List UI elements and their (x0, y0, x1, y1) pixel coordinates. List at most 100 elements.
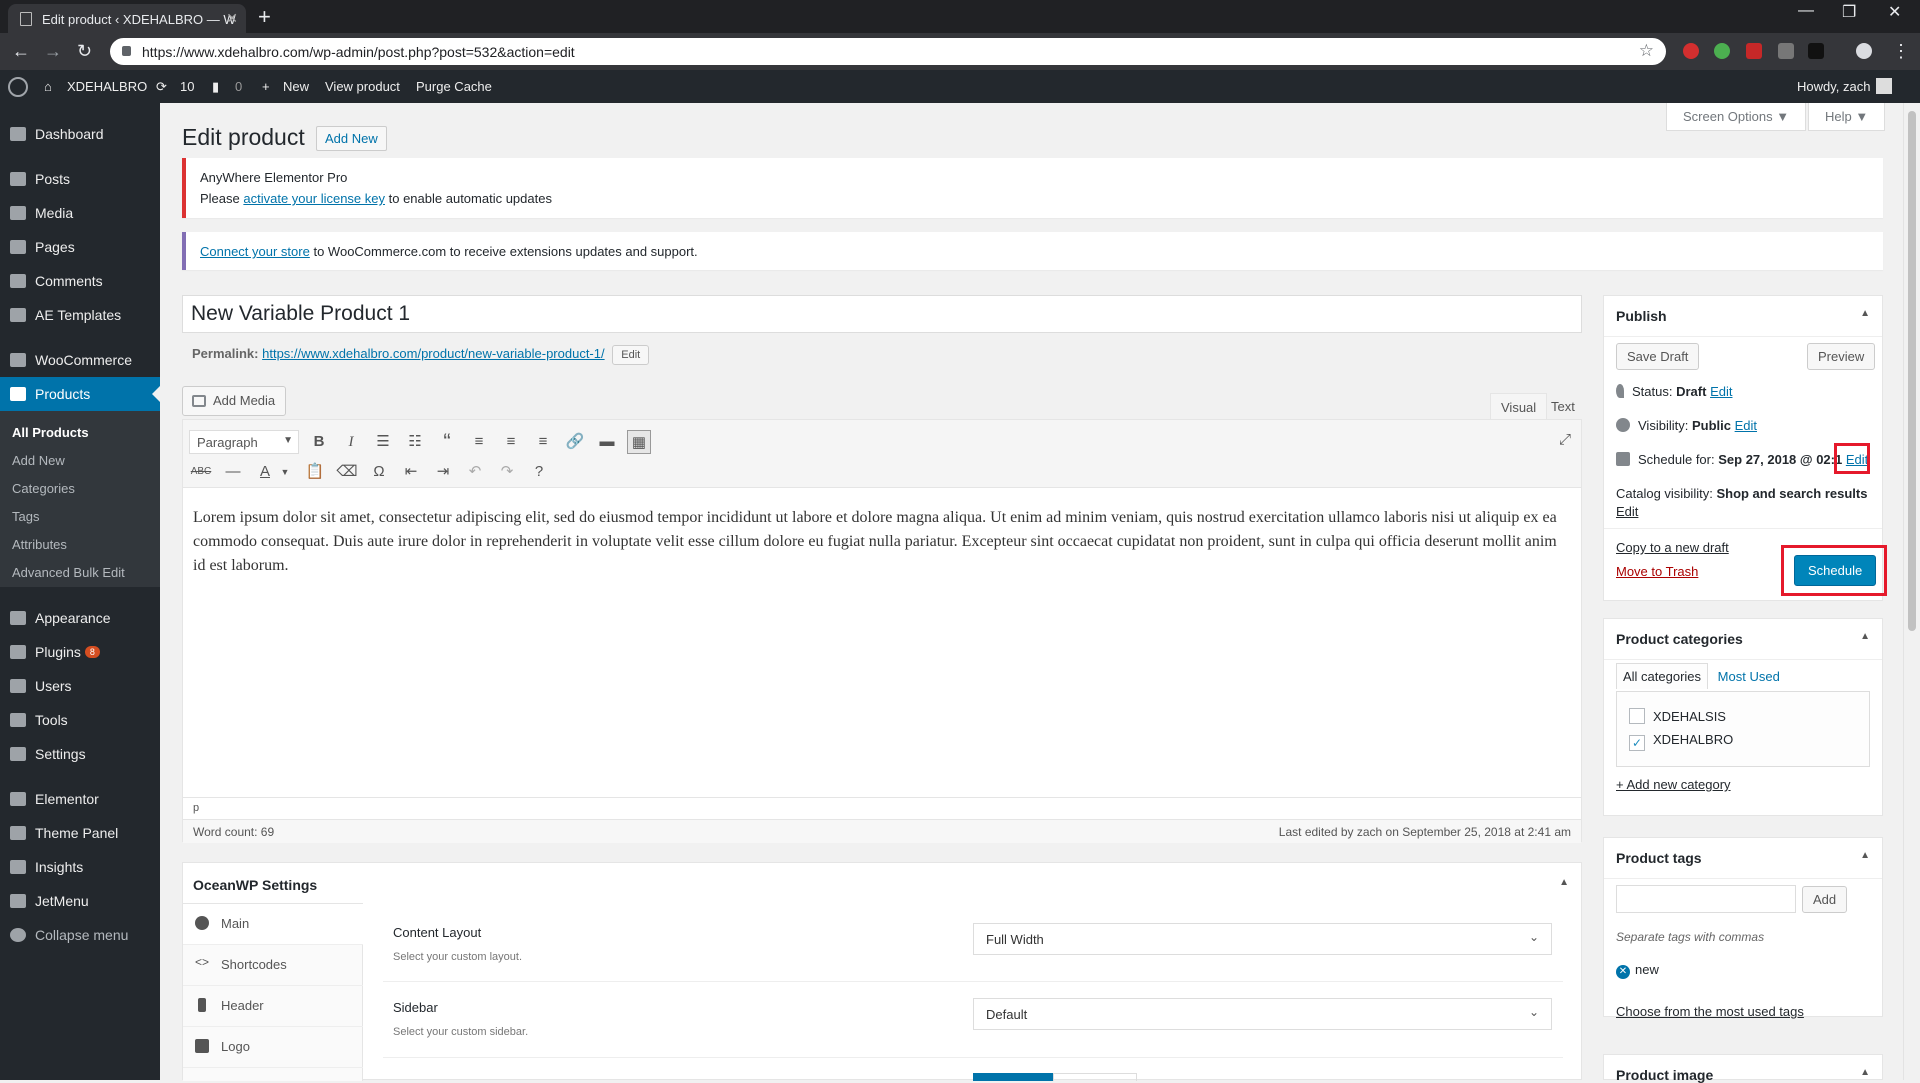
menu-dots-icon[interactable]: ⋮ (1892, 41, 1910, 62)
horizontal-line-icon[interactable]: — (221, 460, 245, 484)
tab-shortcodes[interactable]: <> Shortcodes (183, 945, 363, 986)
help-button[interactable]: Help ▼ (1808, 103, 1886, 131)
add-category-link[interactable]: + Add new category (1616, 777, 1731, 792)
collapse-toggle-icon[interactable]: ▲ (1860, 1067, 1870, 1078)
profile-avatar[interactable] (1856, 43, 1872, 59)
submenu-all-products[interactable]: All Products (12, 425, 89, 440)
bold-icon[interactable]: B (307, 430, 331, 454)
special-character-icon[interactable]: Ω (367, 460, 391, 484)
sidebar-select[interactable]: Default ⌄ (973, 998, 1552, 1030)
collapse-toggle-icon[interactable]: ▲ (1860, 308, 1870, 319)
sidebar-item-users[interactable]: Users (0, 669, 160, 703)
bookmark-star-icon[interactable]: ☆ (1639, 41, 1654, 61)
screen-options-button[interactable]: Screen Options ▼ (1666, 103, 1807, 131)
paste-text-icon[interactable]: 📋 (303, 460, 327, 484)
align-center-icon[interactable]: ≡ (499, 430, 523, 454)
howdy-user[interactable]: Howdy, zach (1797, 79, 1870, 94)
undo-icon[interactable]: ↶ (463, 460, 487, 484)
bullet-list-icon[interactable]: ☰ (371, 430, 395, 454)
sidebar-item-pages[interactable]: Pages (0, 230, 160, 264)
tab-most-used[interactable]: Most Used (1712, 664, 1786, 689)
tab-visual[interactable]: Visual (1490, 393, 1548, 419)
editor-content[interactable]: Lorem ipsum dolor sit amet, consectetur … (193, 506, 1568, 578)
extension-icon[interactable] (1746, 43, 1762, 59)
sidebar-item-dashboard[interactable]: Dashboard (0, 117, 160, 151)
new-link[interactable]: New (283, 79, 309, 94)
product-title-input[interactable]: New Variable Product 1 (182, 295, 1582, 333)
view-product-link[interactable]: View product (325, 79, 400, 94)
extension-icon[interactable] (1714, 43, 1730, 59)
tab-close-icon[interactable]: ✕ (226, 10, 238, 27)
submenu-tags[interactable]: Tags (12, 509, 39, 524)
sidebar-item-posts[interactable]: Posts (0, 162, 160, 196)
collapse-toggle-icon[interactable]: ▲ (1860, 850, 1870, 861)
plus-icon[interactable]: + (262, 79, 270, 94)
chevron-down-icon[interactable]: ▼ (273, 460, 297, 484)
extension-icon[interactable] (1683, 43, 1699, 59)
browser-tab[interactable]: Edit product ‹ XDEHALBRO — W ✕ (8, 4, 246, 33)
strikethrough-icon[interactable]: ABC (189, 460, 213, 484)
visibility-edit-link[interactable]: Edit (1735, 418, 1757, 433)
tab-logo[interactable]: Logo (183, 1027, 363, 1068)
purge-cache-link[interactable]: Purge Cache (416, 79, 492, 94)
extension-icon[interactable] (1808, 43, 1824, 59)
tab-header[interactable]: Header (183, 986, 363, 1027)
save-draft-button[interactable]: Save Draft (1616, 343, 1700, 370)
catalog-edit-link[interactable]: Edit (1616, 504, 1638, 519)
fullscreen-icon[interactable]: ⤢ (1553, 428, 1577, 452)
outdent-icon[interactable]: ⇤ (399, 460, 423, 484)
sidebar-item-settings[interactable]: Settings (0, 737, 160, 771)
home-icon[interactable]: ⌂ (44, 79, 52, 94)
wordpress-logo-icon[interactable] (8, 77, 28, 97)
move-trash-link[interactable]: Move to Trash (1616, 564, 1698, 579)
submenu-add-new[interactable]: Add New (12, 453, 65, 468)
toolbar-toggle-icon[interactable]: ▦ (627, 430, 651, 454)
category-checkbox-checked[interactable]: ✓ (1629, 735, 1645, 751)
read-more-icon[interactable]: ▬ (595, 430, 619, 454)
sidebar-item-elementor[interactable]: Elementor (0, 782, 160, 816)
submenu-attributes[interactable]: Attributes (12, 537, 67, 552)
sidebar-item-products[interactable]: Products (0, 377, 160, 411)
align-left-icon[interactable]: ≡ (467, 430, 491, 454)
collapse-toggle-icon[interactable]: ▲ (1559, 877, 1569, 888)
connect-store-link[interactable]: Connect your store (200, 244, 310, 259)
add-media-button[interactable]: Add Media (182, 386, 287, 416)
sidebar-item-ae-templates[interactable]: AE Templates (0, 298, 160, 332)
submenu-categories[interactable]: Categories (12, 481, 75, 496)
clear-formatting-icon[interactable]: ⌫ (335, 460, 359, 484)
tab-text[interactable]: Text (1541, 393, 1585, 419)
back-icon[interactable]: ← (12, 41, 30, 62)
category-item[interactable]: XDEHALSIS (1629, 708, 1726, 724)
permalink-edit-button[interactable]: Edit (612, 345, 650, 365)
align-right-icon[interactable]: ≡ (531, 430, 555, 454)
submenu-advanced-bulk-edit[interactable]: Advanced Bulk Edit (12, 565, 125, 580)
page-scrollbar[interactable] (1903, 103, 1920, 1080)
redo-icon[interactable]: ↷ (495, 460, 519, 484)
sidebar-item-jetmenu[interactable]: JetMenu (0, 884, 160, 918)
status-edit-link[interactable]: Edit (1710, 384, 1732, 399)
address-bar[interactable]: https://www.xdehalbro.com/wp-admin/post.… (110, 38, 1666, 65)
add-tag-button[interactable]: Add (1802, 886, 1848, 913)
preview-button[interactable]: Preview (1807, 343, 1876, 370)
choose-tags-link[interactable]: Choose from the most used tags (1616, 1004, 1804, 1019)
collapse-menu-button[interactable]: Collapse menu (0, 918, 160, 952)
copy-draft-link[interactable]: Copy to a new draft (1616, 540, 1729, 555)
collapse-toggle-icon[interactable]: ▲ (1860, 631, 1870, 642)
sidebar-item-tools[interactable]: Tools (0, 703, 160, 737)
format-select[interactable]: Paragraph ▼ (189, 430, 299, 454)
italic-icon[interactable]: I (339, 430, 363, 454)
numbered-list-icon[interactable]: ☷ (403, 430, 427, 454)
content-layout-select[interactable]: Full Width ⌄ (973, 923, 1552, 955)
blockquote-icon[interactable]: “ (435, 430, 459, 454)
scrollbar-thumb[interactable] (1908, 111, 1916, 631)
reload-icon[interactable]: ↻ (77, 41, 92, 62)
sidebar-item-media[interactable]: Media (0, 196, 160, 230)
comments-icon[interactable]: ▮ (212, 79, 219, 95)
remove-tag-icon[interactable]: ✕ (1616, 965, 1630, 979)
category-checkbox[interactable] (1629, 708, 1645, 724)
activate-license-link[interactable]: activate your license key (243, 191, 385, 206)
extension-icon[interactable] (1778, 43, 1794, 59)
sidebar-item-theme-panel[interactable]: Theme Panel (0, 816, 160, 850)
user-avatar[interactable] (1876, 78, 1892, 94)
help-icon[interactable]: ? (527, 460, 551, 484)
